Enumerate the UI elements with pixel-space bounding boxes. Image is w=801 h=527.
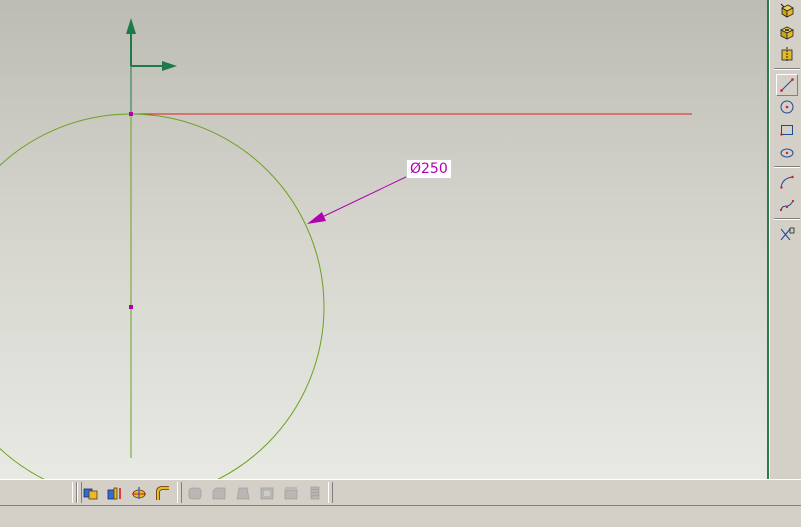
toolbar-grip[interactable] bbox=[328, 482, 333, 503]
sketch-geometry bbox=[0, 18, 692, 479]
center-point[interactable] bbox=[129, 305, 133, 309]
toolbar-separator bbox=[774, 218, 800, 220]
measure-icon bbox=[83, 488, 98, 500]
status-bar bbox=[0, 505, 801, 527]
sweep-icon bbox=[156, 486, 169, 500]
sketch-tools-toolbar bbox=[769, 0, 801, 479]
thickness-button[interactable] bbox=[281, 483, 301, 503]
arc-button[interactable] bbox=[777, 172, 797, 192]
chamfer-button[interactable] bbox=[209, 483, 229, 503]
toolbar-separator bbox=[774, 68, 800, 70]
thread-button[interactable] bbox=[305, 483, 325, 503]
thickness-icon bbox=[284, 487, 298, 500]
rectangle-button[interactable] bbox=[777, 120, 797, 140]
constraint-display-icon bbox=[132, 487, 146, 499]
draft-icon bbox=[236, 487, 250, 500]
constraint-display-button[interactable] bbox=[129, 483, 149, 503]
dimension-label[interactable]: Ø250 bbox=[406, 159, 452, 179]
constraint-button[interactable] bbox=[777, 224, 797, 244]
chamfer-icon bbox=[212, 487, 226, 500]
pocket-icon bbox=[780, 26, 794, 40]
toolbar-grip[interactable] bbox=[177, 482, 182, 503]
sketch-circle[interactable] bbox=[0, 113, 325, 479]
ellipse-button[interactable] bbox=[777, 143, 797, 163]
dimension-arrow-icon bbox=[307, 212, 326, 224]
spline-button[interactable] bbox=[777, 195, 797, 215]
toolbar-separator bbox=[774, 166, 800, 168]
arc-icon bbox=[780, 175, 794, 189]
spline-icon bbox=[779, 199, 795, 212]
bottom-toolbar bbox=[0, 479, 801, 506]
pocket-button[interactable] bbox=[777, 22, 797, 42]
analysis-button[interactable] bbox=[105, 483, 125, 503]
pad-button[interactable] bbox=[777, 0, 797, 20]
fillet-icon bbox=[188, 487, 202, 500]
ellipse-icon bbox=[780, 148, 794, 158]
analysis-icon bbox=[107, 487, 121, 500]
measure-button[interactable] bbox=[81, 483, 101, 503]
line-button[interactable] bbox=[776, 74, 798, 96]
sweep-button[interactable] bbox=[153, 483, 173, 503]
rectangle-icon bbox=[780, 125, 793, 136]
thread-icon bbox=[310, 486, 320, 500]
axis-system[interactable] bbox=[126, 18, 177, 114]
shell-icon bbox=[260, 487, 274, 500]
shell-button[interactable] bbox=[257, 483, 277, 503]
sketch-canvas[interactable]: Ø250 bbox=[0, 0, 769, 479]
v-axis-arrow-icon bbox=[126, 18, 136, 34]
pad-icon bbox=[780, 3, 794, 18]
line-icon bbox=[780, 78, 794, 92]
h-axis-arrow-icon bbox=[162, 61, 177, 71]
shaft-button[interactable] bbox=[777, 44, 797, 64]
circle-button[interactable] bbox=[777, 97, 797, 117]
top-point[interactable] bbox=[129, 112, 133, 116]
diameter-dimension[interactable] bbox=[307, 174, 411, 224]
fillet-button[interactable] bbox=[185, 483, 205, 503]
circle-icon bbox=[780, 100, 794, 114]
draft-button[interactable] bbox=[233, 483, 253, 503]
shaft-icon bbox=[781, 47, 793, 61]
constraint-icon bbox=[780, 227, 795, 241]
